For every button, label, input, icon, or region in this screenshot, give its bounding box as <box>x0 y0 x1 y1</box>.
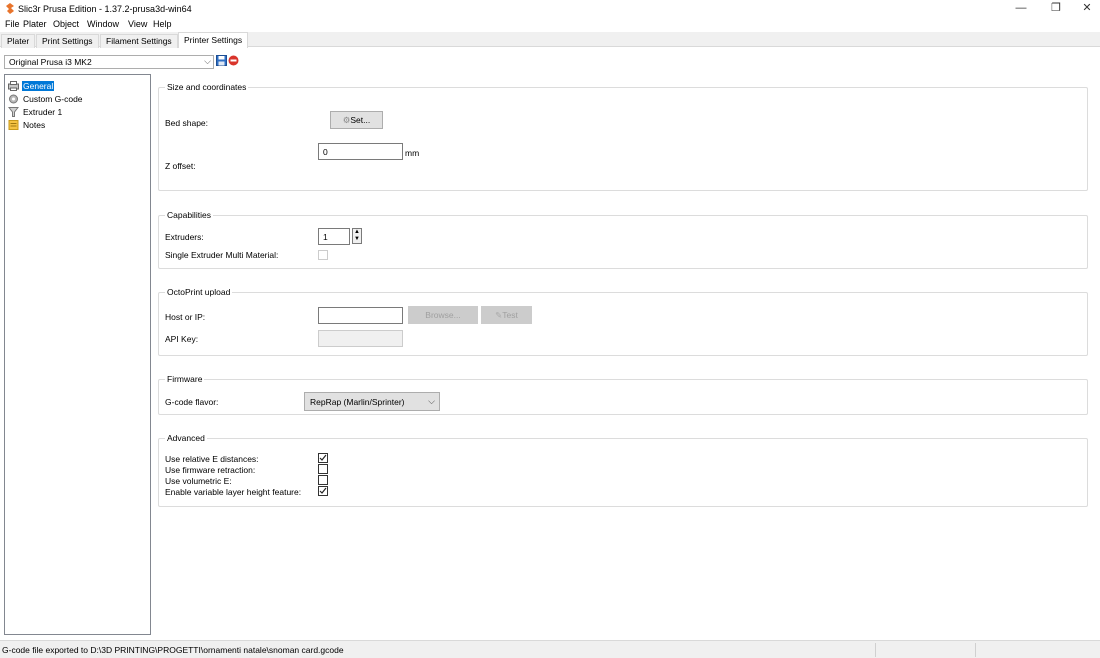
gear-icon <box>9 94 18 104</box>
menu-view[interactable]: View <box>128 19 147 29</box>
test-button[interactable]: ✎Test <box>481 306 532 324</box>
slic3r-logo-icon <box>6 3 14 14</box>
gcode-flavor-value: RepRap (Marlin/Sprinter) <box>310 397 405 407</box>
window-title: Slic3r Prusa Edition - 1.37.2-prusa3d-wi… <box>18 4 192 14</box>
host-input[interactable] <box>318 307 403 324</box>
semm-checkbox[interactable] <box>318 250 328 260</box>
chevron-down-icon: ⌵ <box>204 56 211 66</box>
funnel-icon <box>8 106 19 117</box>
status-bar: G-code file exported to D:\3D PRINTING\P… <box>0 640 1100 658</box>
menu-file[interactable]: File <box>5 19 20 29</box>
tree-item-extruder-1[interactable]: Extruder 1 <box>8 105 63 117</box>
host-label: Host or IP: <box>165 312 206 322</box>
printer-icon <box>8 80 19 91</box>
browse-button-label: Browse... <box>425 310 461 320</box>
bed-shape-label: Bed shape: <box>165 118 209 128</box>
menu-bar: File Plater Object Window View Help <box>0 17 1100 31</box>
tree-item-general[interactable]: General <box>8 79 55 91</box>
group-title: OctoPrint upload <box>165 287 233 297</box>
extruders-label: Extruders: <box>165 232 204 242</box>
browse-button[interactable]: Browse... <box>408 306 478 324</box>
printer-preset-value: Original Prusa i3 MK2 <box>9 57 92 67</box>
delete-preset-icon[interactable] <box>228 55 239 66</box>
chevron-down-icon: ⌵ <box>428 396 435 406</box>
close-button[interactable]: ✕ <box>1072 0 1100 17</box>
volumetric-e-label: Use volumetric E: <box>165 476 232 486</box>
volumetric-e-checkbox[interactable] <box>318 475 328 485</box>
menu-plater[interactable]: Plater <box>23 19 47 29</box>
tab-plater[interactable]: Plater <box>1 34 36 48</box>
tab-printer-settings[interactable]: Printer Settings <box>178 32 249 48</box>
bed-shape-set-label: Set... <box>350 115 371 125</box>
tab-filament-settings[interactable]: Filament Settings <box>100 34 178 48</box>
z-offset-unit: mm <box>405 148 420 158</box>
gcode-flavor-select[interactable]: RepRap (Marlin/Sprinter) ⌵ <box>304 392 440 411</box>
api-key-input[interactable] <box>318 330 403 347</box>
variable-layer-height-checkbox[interactable] <box>318 486 328 496</box>
arrow-up-icon[interactable]: ▲ <box>353 229 361 236</box>
tree-item-label: Custom G-code <box>23 93 83 104</box>
group-title: Firmware <box>165 374 205 384</box>
menu-window[interactable]: Window <box>87 19 119 29</box>
status-message: G-code file exported to D:\3D PRINTING\P… <box>2 645 344 655</box>
z-offset-label: Z offset: <box>165 161 196 171</box>
variable-layer-height-label: Enable variable layer height feature: <box>165 487 302 497</box>
group-size-coordinates: Size and coordinates <box>158 82 1088 191</box>
tree-item-label: Notes <box>23 119 46 130</box>
firmware-retraction-label: Use firmware retraction: <box>165 465 256 475</box>
title-bar: Slic3r Prusa Edition - 1.37.2-prusa3d-wi… <box>0 0 1100 17</box>
tree-item-custom-gcode[interactable]: Custom G-code <box>8 92 84 104</box>
status-separator <box>875 643 876 657</box>
group-octoprint: OctoPrint upload <box>158 287 1088 356</box>
z-offset-input[interactable]: 0 <box>318 143 403 160</box>
group-title: Capabilities <box>165 210 213 220</box>
group-firmware: Firmware <box>158 374 1088 415</box>
restore-button[interactable]: ❐ <box>1041 0 1071 17</box>
menu-help[interactable]: Help <box>153 19 172 29</box>
extruders-spin-buttons[interactable]: ▲ ▼ <box>352 228 362 244</box>
tree-item-notes[interactable]: Notes <box>8 118 46 130</box>
bed-shape-set-button[interactable]: ⚙Set... <box>330 111 383 129</box>
group-title: Advanced <box>165 433 207 443</box>
menu-object[interactable]: Object <box>53 19 79 29</box>
save-preset-icon[interactable] <box>216 55 227 66</box>
relative-e-checkbox[interactable] <box>318 453 328 463</box>
extruders-stepper[interactable]: 1 <box>318 228 350 245</box>
api-key-label: API Key: <box>165 334 199 344</box>
group-title: Size and coordinates <box>165 82 249 92</box>
relative-e-label: Use relative E distances: <box>165 454 259 464</box>
minimize-button[interactable]: — <box>1006 0 1036 17</box>
semm-label: Single Extruder Multi Material: <box>165 250 279 260</box>
printer-preset-select[interactable]: Original Prusa i3 MK2 ⌵ <box>4 55 214 69</box>
test-button-label: Test <box>502 310 518 320</box>
firmware-retraction-checkbox[interactable] <box>318 464 328 474</box>
settings-page-tree: General Custom G-code Extruder 1 Notes <box>4 74 151 635</box>
tab-print-settings[interactable]: Print Settings <box>36 34 99 48</box>
note-icon <box>8 119 19 130</box>
status-separator <box>975 643 976 657</box>
tab-bar: Plater Print Settings Filament Settings … <box>0 32 1100 48</box>
arrow-down-icon[interactable]: ▼ <box>353 236 361 243</box>
tree-item-label: Extruder 1 <box>23 106 63 117</box>
gcode-flavor-label: G-code flavor: <box>165 397 219 407</box>
tree-item-label: General <box>22 80 55 91</box>
group-capabilities: Capabilities <box>158 210 1088 269</box>
